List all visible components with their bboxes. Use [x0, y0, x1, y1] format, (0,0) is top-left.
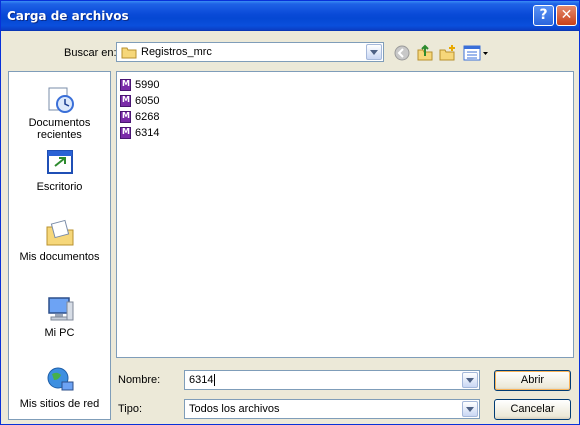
list-item[interactable]: 5990 — [120, 77, 159, 92]
dialog-title: Carga de archivos — [7, 9, 129, 23]
file-name: 6268 — [135, 110, 160, 123]
file-name: 6050 — [135, 94, 160, 107]
place-desktop[interactable]: Escritorio — [9, 148, 110, 193]
place-label: Mis documentos — [19, 251, 100, 263]
filetype-select[interactable]: Todos los archivos — [184, 399, 480, 419]
place-label: Escritorio — [36, 181, 83, 193]
place-label: Documentos recientes — [28, 117, 91, 141]
file-name: 5990 — [135, 78, 160, 91]
place-label: Mi PC — [44, 327, 75, 339]
lookin-label: Buscar en: — [64, 47, 117, 59]
open-button[interactable]: Abrir — [494, 370, 571, 391]
filename-field[interactable]: 6314 — [184, 370, 480, 390]
cancel-button[interactable]: Cancelar — [494, 399, 571, 420]
back-icon[interactable] — [393, 44, 411, 62]
chevron-down-icon[interactable] — [462, 372, 478, 388]
file-list[interactable]: 5990 6050 6268 6314 — [116, 71, 574, 358]
filetype-label: Tipo: — [118, 403, 143, 415]
new-folder-icon[interactable] — [439, 44, 457, 62]
place-label: Mis sitios de red — [19, 398, 100, 410]
my-documents-icon — [46, 219, 73, 246]
list-item[interactable]: 6314 — [120, 125, 159, 140]
recent-documents-icon — [48, 87, 74, 113]
place-network[interactable]: Mis sitios de red — [9, 365, 110, 410]
place-recent[interactable]: Documentos recientes — [9, 84, 110, 141]
file-name: 6314 — [135, 126, 160, 139]
lookin-select[interactable]: Registros_mrc — [116, 42, 384, 62]
my-computer-icon — [47, 297, 73, 321]
place-my-documents[interactable]: Mis documentos — [9, 218, 110, 263]
folder-icon — [121, 47, 137, 59]
list-item[interactable]: 6268 — [120, 109, 159, 124]
lookin-value: Registros_mrc — [141, 46, 212, 58]
file-open-dialog: Carga de archivos ? ✕ Buscar en: Registr… — [0, 0, 580, 425]
text-caret — [214, 374, 216, 387]
desktop-icon — [46, 150, 73, 174]
network-places-icon — [47, 367, 73, 391]
mrc-file-icon — [120, 126, 131, 139]
list-item[interactable]: 6050 — [120, 93, 159, 108]
mrc-file-icon — [120, 94, 131, 107]
places-bar: Documentos recientes Escritorio Mis docu… — [8, 71, 111, 420]
view-menu-icon[interactable] — [463, 44, 489, 62]
close-button[interactable]: ✕ — [556, 5, 577, 26]
up-folder-icon[interactable] — [416, 44, 434, 62]
filename-label: Nombre: — [118, 374, 161, 386]
mrc-file-icon — [120, 110, 131, 123]
place-my-computer[interactable]: Mi PC — [9, 294, 110, 339]
filename-value: 6314 — [189, 374, 216, 387]
filetype-value: Todos los archivos — [189, 403, 280, 415]
mrc-file-icon — [120, 78, 131, 91]
help-button[interactable]: ? — [533, 5, 554, 26]
chevron-down-icon[interactable] — [462, 401, 478, 417]
chevron-down-icon[interactable] — [366, 44, 382, 60]
title-bar[interactable]: Carga de archivos ? ✕ — [1, 1, 579, 31]
